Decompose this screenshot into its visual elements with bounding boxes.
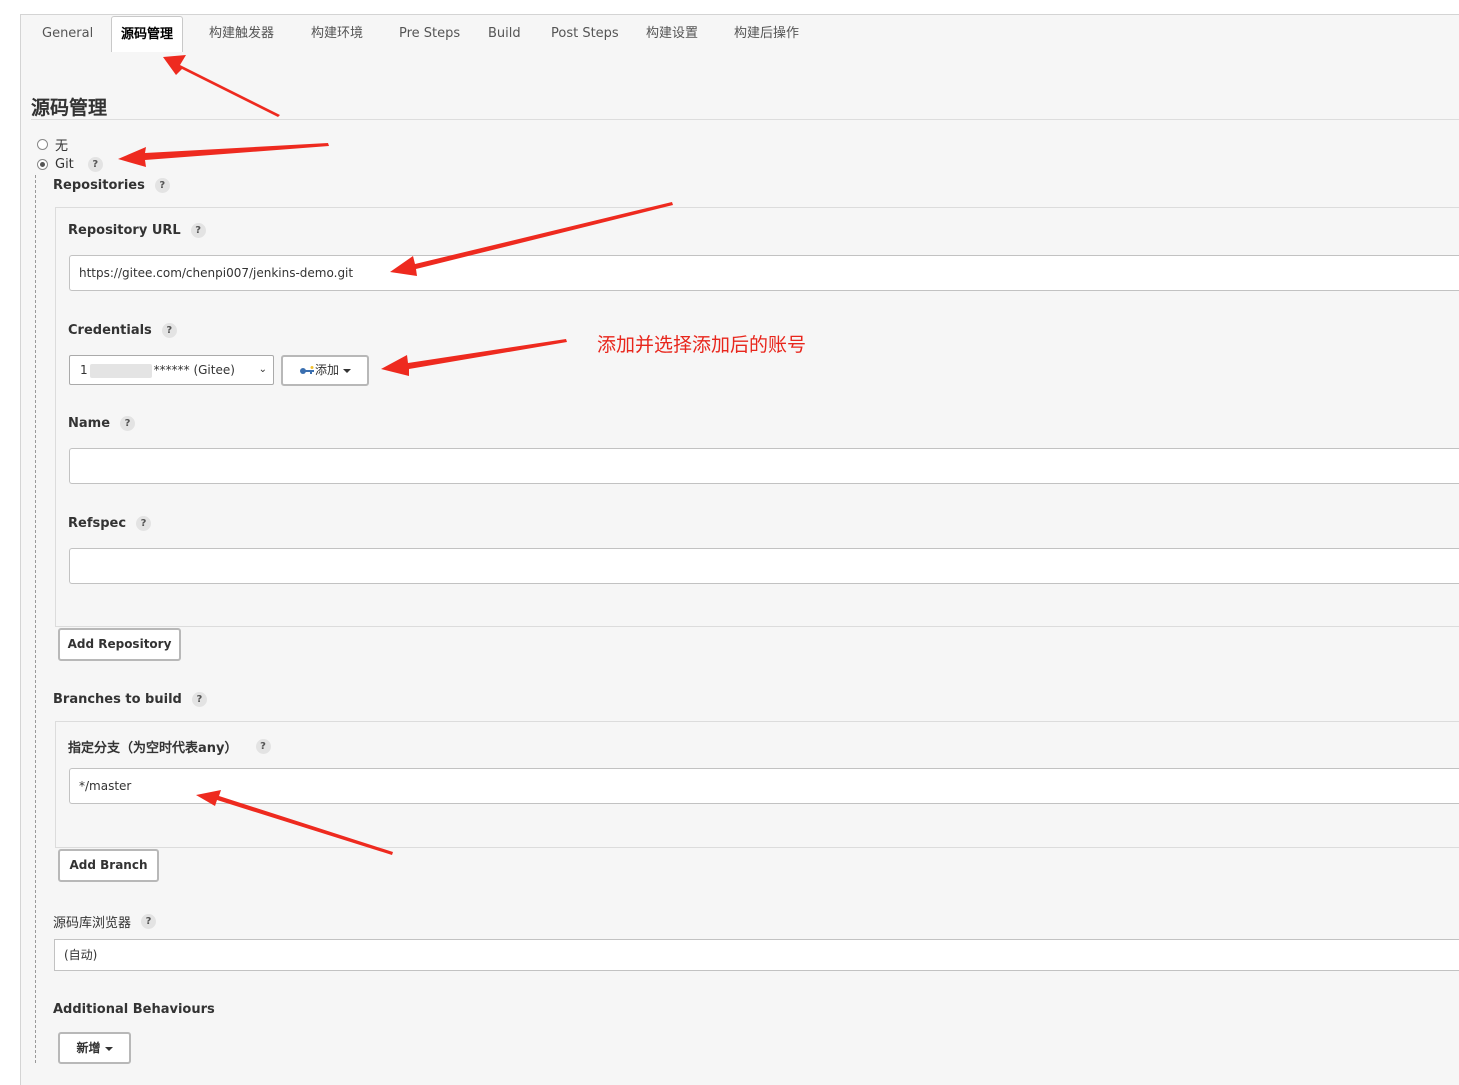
- tab-post-steps[interactable]: Post Steps: [551, 15, 619, 52]
- caret-down-icon: [104, 1046, 113, 1051]
- tab-build-environment[interactable]: 构建环境: [311, 15, 363, 52]
- repo-browser-label: 源码库浏览器 ?: [53, 912, 157, 931]
- tab-build-settings[interactable]: 构建设置: [646, 15, 698, 52]
- refspec-input[interactable]: [69, 548, 1459, 584]
- credentials-value-prefix: 1: [80, 363, 88, 377]
- caret-down-icon: [343, 368, 351, 373]
- tab-source-code-management[interactable]: 源码管理: [111, 16, 184, 52]
- help-icon[interactable]: ?: [136, 516, 152, 531]
- add-behaviour-button[interactable]: 新增: [58, 1032, 131, 1064]
- refspec-label-text: Refspec: [68, 516, 127, 531]
- tab-pre-steps[interactable]: Pre Steps: [399, 15, 460, 52]
- repo-browser-label-text: 源码库浏览器: [53, 916, 132, 931]
- credentials-label-text: Credentials: [68, 323, 152, 338]
- radio-git-label: Git: [55, 157, 74, 172]
- help-icon[interactable]: ?: [154, 178, 170, 193]
- tab-post-build-actions[interactable]: 构建后操作: [734, 15, 799, 52]
- tab-build[interactable]: Build: [488, 15, 521, 52]
- radio-none-label: 无: [55, 139, 69, 154]
- main-content: General 源码管理 构建触发器 构建环境 Pre Steps Build …: [20, 14, 1459, 1085]
- repository-url-input[interactable]: https://gitee.com/chenpi007/jenkins-demo…: [69, 255, 1459, 291]
- tab-bar: General 源码管理 构建触发器 构建环境 Pre Steps Build …: [21, 15, 1459, 52]
- credentials-label: Credentials ?: [68, 323, 177, 338]
- credentials-value-suffix: ****** (Gitee): [153, 363, 235, 377]
- annotation-text: 添加并选择添加后的账号: [597, 334, 807, 356]
- scm-option-git[interactable]: Git ?: [37, 157, 103, 172]
- branch-specifier-input[interactable]: */master: [69, 768, 1459, 804]
- credentials-select[interactable]: 1 ****** (Gitee) ⌄: [69, 355, 274, 385]
- branch-panel: 指定分支（为空时代表any） ? */master: [55, 721, 1459, 848]
- tab-general[interactable]: General: [42, 15, 93, 52]
- add-credentials-label: 添加: [314, 363, 339, 377]
- page-title: 源码管理: [31, 97, 108, 119]
- git-section-border: [35, 175, 36, 1063]
- refspec-label: Refspec ?: [68, 516, 152, 531]
- redacted-blur: [89, 363, 152, 378]
- repositories-label: Repositories ?: [53, 178, 170, 193]
- radio-git[interactable]: [37, 159, 48, 170]
- help-icon[interactable]: ?: [255, 739, 271, 754]
- repository-panel: Repository URL ? https://gitee.com/chenp…: [55, 207, 1459, 627]
- chevron-down-icon: ⌄: [258, 364, 267, 375]
- add-branch-button[interactable]: Add Branch: [58, 849, 159, 882]
- help-icon[interactable]: ?: [87, 157, 103, 172]
- help-icon[interactable]: ?: [120, 416, 136, 431]
- help-icon[interactable]: ?: [191, 692, 207, 707]
- name-label-text: Name: [68, 416, 111, 431]
- help-icon[interactable]: ?: [141, 914, 157, 929]
- add-behaviour-label: 新增: [76, 1041, 101, 1055]
- repo-browser-select[interactable]: (自动): [54, 939, 1459, 971]
- radio-none[interactable]: [37, 139, 48, 150]
- key-icon: [299, 365, 314, 374]
- help-icon[interactable]: ?: [190, 223, 206, 238]
- help-icon[interactable]: ?: [161, 323, 177, 338]
- repository-url-label-text: Repository URL: [68, 223, 181, 238]
- branches-label-text: Branches to build: [53, 692, 182, 707]
- add-repository-button[interactable]: Add Repository: [58, 628, 181, 661]
- additional-behaviours-label: Additional Behaviours: [53, 1002, 215, 1017]
- branch-specifier-label-text: 指定分支（为空时代表any）: [68, 741, 238, 756]
- branch-specifier-label: 指定分支（为空时代表any） ?: [68, 737, 271, 756]
- add-credentials-button[interactable]: 添加: [281, 355, 369, 386]
- name-label: Name ?: [68, 416, 136, 431]
- divider: [31, 119, 1459, 120]
- repositories-label-text: Repositories: [53, 178, 145, 193]
- repository-url-label: Repository URL ?: [68, 223, 206, 238]
- tab-build-triggers[interactable]: 构建触发器: [209, 15, 274, 52]
- branches-label: Branches to build ?: [53, 692, 207, 707]
- scm-option-none[interactable]: 无: [37, 135, 68, 154]
- name-input[interactable]: [69, 448, 1459, 484]
